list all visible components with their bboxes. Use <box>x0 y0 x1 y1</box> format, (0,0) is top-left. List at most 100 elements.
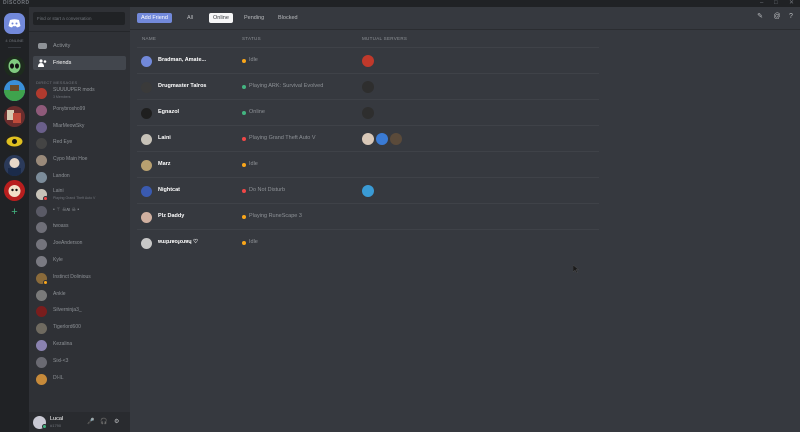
server-icon-eye[interactable] <box>4 131 25 152</box>
dm-item[interactable]: Instinct Dolinious <box>33 271 126 286</box>
dm-avatar <box>36 155 47 167</box>
channel-sidebar: Find or start a conversation Activity Fr… <box>29 7 130 432</box>
mutual-server-icon[interactable] <box>362 133 374 145</box>
settings-gear-icon[interactable]: ⚙ <box>114 418 119 425</box>
dm-item[interactable]: Ponybrosho99 <box>33 103 126 118</box>
server-icon-crab[interactable] <box>4 180 25 201</box>
server-icon-alien[interactable] <box>4 56 25 77</box>
app-brand: DISCORD <box>3 0 30 6</box>
dm-name: JoeAnderson <box>53 240 83 247</box>
mutual-server-icon[interactable] <box>362 81 374 93</box>
maximize-button[interactable]: □ <box>774 0 778 7</box>
dm-item[interactable]: Landon <box>33 170 126 185</box>
dm-avatar <box>36 340 47 351</box>
dm-name: Sixl-<3 <box>53 357 69 364</box>
dm-item[interactable]: Kyle <box>33 254 126 269</box>
column-header-mutual[interactable]: MUTUAL SERVERS <box>362 36 407 41</box>
dm-item[interactable]: JoeAnderson <box>33 237 126 252</box>
help-icon[interactable]: ? <box>787 13 795 21</box>
tab-pending[interactable]: Pending <box>240 13 268 23</box>
dm-name: MlarMeowSky <box>53 122 85 129</box>
dm-status-dot <box>43 279 48 285</box>
dm-item[interactable]: Red Eye <box>33 136 126 151</box>
dm-item[interactable]: Cypo Main Hoe <box>33 153 126 168</box>
mutual-servers <box>362 132 404 146</box>
status-dot <box>242 189 246 193</box>
friend-row[interactable]: Egnazol Online <box>137 99 599 125</box>
close-button[interactable]: ✕ <box>789 0 794 7</box>
user-tag: #1790 <box>50 423 62 428</box>
friend-name: Egnazol <box>158 109 180 115</box>
dm-item[interactable]: Laini Playing Grand Theft Auto V <box>33 187 126 202</box>
friend-row[interactable]: Laini Playing Grand Theft Auto V <box>137 125 599 151</box>
add-friend-button[interactable]: Add Friend <box>137 13 172 23</box>
tab-all[interactable]: All <box>183 13 197 23</box>
status-dot <box>242 59 246 63</box>
dm-item[interactable]: • ⚚ ☠ʍ ☠ • <box>33 204 126 219</box>
dm-item[interactable]: Silverninja3_ <box>33 304 126 319</box>
dm-item[interactable]: Tigerlord600 <box>33 321 126 336</box>
home-button[interactable] <box>4 13 25 34</box>
dm-item[interactable]: SUUUUPER mods 3 Members <box>33 86 126 101</box>
search-input[interactable]: Find or start a conversation <box>33 12 125 25</box>
dm-header: DIRECT MESSAGES <box>36 80 78 85</box>
server-icon-portrait[interactable] <box>4 155 25 176</box>
mutual-server-icon[interactable] <box>362 55 374 67</box>
headphones-icon[interactable]: 🎧 <box>100 418 107 425</box>
dm-avatar <box>36 356 47 368</box>
friend-row[interactable]: Marz Idle <box>137 151 599 177</box>
status-dot <box>242 137 246 141</box>
dm-avatar <box>36 88 47 99</box>
mic-icon[interactable]: 🎤 <box>87 418 94 425</box>
dm-item[interactable]: Sixl-<3 <box>33 355 126 370</box>
friend-row[interactable]: Bradman, Amate... Idle <box>137 47 599 73</box>
username: Lucal <box>50 416 64 422</box>
friend-row[interactable]: ɐɯpɹɐoɟoɹɐɥ ♡ Idle <box>137 229 599 255</box>
dm-name: Kezalina <box>53 341 73 347</box>
mutual-server-icon[interactable] <box>376 133 388 145</box>
tab-online[interactable]: Online <box>209 13 233 23</box>
status-dot <box>242 215 246 219</box>
activity-icon <box>38 43 47 49</box>
dm-name: twoass <box>53 223 69 230</box>
mutual-servers <box>362 106 376 120</box>
friend-avatar <box>141 82 152 93</box>
globe-icon <box>4 85 25 101</box>
mutual-server-icon[interactable] <box>362 185 374 197</box>
server-icon-cards[interactable] <box>4 106 25 127</box>
dm-avatar <box>36 323 47 335</box>
column-header-status[interactable]: STATUS <box>242 36 261 41</box>
discord-window: DISCORD – □ ✕ 4 ONLINE + Find or start a… <box>0 0 800 432</box>
dm-name: Ankle <box>53 290 66 297</box>
dm-item[interactable]: Dl-IL <box>33 372 126 387</box>
friend-row[interactable]: Plz Daddy Playing RuneScape 3 <box>137 203 599 229</box>
mutual-server-icon[interactable] <box>362 107 374 119</box>
dm-item[interactable]: Kezalina <box>33 338 126 353</box>
dm-avatar <box>36 121 47 133</box>
dm-name: Kyle <box>53 257 63 263</box>
mutual-server-icon[interactable] <box>390 133 402 145</box>
friend-name: Laini <box>158 135 171 141</box>
status-dot <box>242 241 246 245</box>
friend-row[interactable]: Nightcat Do Not Disturb <box>137 177 599 203</box>
friends-tabbar: Add Friend All Online Pending Blocked ✎ … <box>130 7 800 30</box>
tab-blocked[interactable]: Blocked <box>274 13 302 23</box>
eye-icon <box>6 136 23 147</box>
new-dm-icon[interactable]: ✎ <box>756 13 764 21</box>
friend-status: Idle <box>249 239 258 245</box>
dm-item[interactable]: twoass <box>33 220 126 235</box>
dm-subtext: Playing Grand Theft Auto V <box>53 195 96 200</box>
mutual-servers <box>362 184 376 198</box>
add-server-button[interactable]: + <box>4 202 25 223</box>
dm-name: • ⚚ ☠ʍ ☠ • <box>53 206 80 213</box>
minimize-button[interactable]: – <box>760 0 763 7</box>
column-header-name[interactable]: NAME <box>142 36 156 41</box>
cards-icon <box>7 110 21 123</box>
nav-friends[interactable]: Friends <box>33 56 126 70</box>
server-icon-globe[interactable] <box>4 80 25 101</box>
dm-item[interactable]: MlarMeowSky <box>33 120 126 135</box>
nav-activity[interactable]: Activity <box>33 39 126 53</box>
friend-row[interactable]: Drugmaster Talros Playing ARK: Survival E… <box>137 73 599 99</box>
dm-item[interactable]: Ankle <box>33 288 126 303</box>
mention-icon[interactable]: @ <box>773 13 781 21</box>
